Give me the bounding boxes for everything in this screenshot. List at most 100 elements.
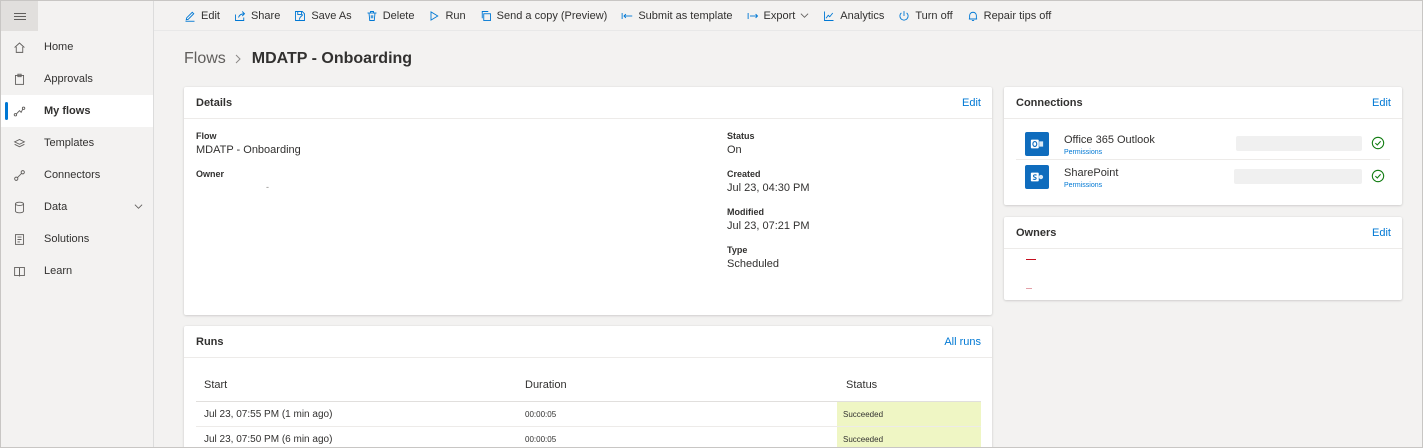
share-icon — [235, 10, 246, 21]
export-dropdown-button[interactable]: Export — [747, 10, 810, 22]
connection-name: SharePoint — [1064, 167, 1119, 179]
power-icon — [899, 10, 909, 21]
flow-label: Flow — [196, 131, 217, 141]
export-button-label: Export — [763, 9, 796, 22]
sidebar-item-label: Connectors — [44, 169, 101, 181]
all-runs-link[interactable]: All runs — [944, 336, 981, 348]
runs-card-header: Runs All runs — [184, 326, 992, 358]
column-header-status[interactable]: Status — [846, 379, 877, 391]
sidebar-item-approvals[interactable]: Approvals — [1, 63, 153, 95]
chevron-right-icon — [235, 54, 241, 64]
column-header-start[interactable]: Start — [204, 379, 227, 391]
redacted-account — [1236, 136, 1362, 151]
column-header-duration[interactable]: Duration — [525, 379, 567, 391]
outlook-icon — [1025, 132, 1049, 156]
run-start: Jul 23, 07:50 PM (6 min ago) — [204, 434, 333, 445]
run-status-badge: Succeeded — [837, 427, 981, 447]
status-label: Status — [727, 131, 755, 141]
database-icon — [14, 201, 25, 214]
sidebar-item-templates[interactable]: Templates — [1, 127, 153, 159]
sidebar-item-data[interactable]: Data — [1, 191, 153, 223]
run-duration: 00:00:05 — [525, 410, 557, 419]
run-button-label: Run — [445, 9, 466, 22]
created-field: Created Jul 23, 04:30 PM — [727, 169, 810, 194]
owner-label: Owner — [196, 169, 225, 179]
created-value: Jul 23, 04:30 PM — [727, 182, 810, 194]
hamburger-menu-icon[interactable] — [1, 1, 38, 31]
connections-card: Connections Edit Office 365 Outlook Perm… — [1004, 87, 1402, 205]
owners-edit-link[interactable]: Edit — [1372, 227, 1391, 239]
connections-edit-link[interactable]: Edit — [1372, 97, 1391, 109]
connections-title: Connections — [1016, 97, 1083, 109]
check-circle-icon — [1371, 136, 1385, 150]
share-button[interactable]: Share — [234, 10, 280, 22]
page-title: MDATP - Onboarding — [251, 50, 413, 67]
sidebar-item-home[interactable]: Home — [1, 31, 153, 63]
owners-title: Owners — [1016, 227, 1057, 239]
sidebar-item-label: Templates — [44, 137, 95, 149]
submit-as-template-button[interactable]: Submit as template — [621, 9, 733, 22]
copy-icon — [481, 10, 491, 21]
templates-icon — [13, 138, 26, 148]
sidebar-item-solutions[interactable]: Solutions — [1, 223, 153, 255]
send-a-copy-button[interactable]: Send a copy (Preview) — [480, 10, 607, 22]
flows-icon — [13, 106, 26, 117]
app-window: Home Approvals My flows Templates Connec… — [0, 0, 1423, 448]
book-icon — [14, 266, 25, 277]
repair-tips-off-button-label: Repair tips off — [983, 9, 1052, 22]
permissions-link[interactable]: Permissions — [1064, 149, 1102, 156]
sidebar-item-my-flows[interactable]: My flows — [1, 95, 153, 127]
turn-off-button[interactable]: Turn off — [898, 10, 953, 22]
sharepoint-icon — [1025, 165, 1049, 189]
type-value: Scheduled — [727, 258, 779, 270]
details-card: Details Edit Flow MDATP - Onboarding Own… — [184, 87, 992, 315]
run-button[interactable]: Run — [428, 9, 466, 22]
redacted-owner — [1026, 288, 1032, 289]
redacted-owner — [1026, 259, 1036, 260]
table-row[interactable]: Jul 23, 07:55 PM (1 min ago) 00:00:05 Su… — [196, 402, 981, 427]
export-arrow-icon — [747, 12, 758, 19]
flow-value: MDATP - Onboarding — [196, 144, 301, 156]
table-header-row: Start Duration Status — [196, 370, 981, 402]
status-field: Status On — [727, 131, 755, 156]
permissions-link[interactable]: Permissions — [1064, 182, 1102, 189]
edit-button-label: Edit — [201, 9, 220, 22]
connectors-icon — [14, 170, 25, 181]
save-as-button[interactable]: Save As — [294, 10, 352, 22]
approvals-icon — [14, 73, 25, 85]
owner-field: Owner - — [196, 169, 269, 192]
sidebar-item-label: Learn — [44, 265, 73, 277]
chevron-down-icon[interactable] — [134, 202, 143, 211]
sidebar-item-connectors[interactable]: Connectors — [1, 159, 153, 191]
chevron-down-icon — [800, 13, 809, 18]
delete-button-label: Delete — [382, 9, 415, 22]
connection-name: Office 365 Outlook — [1064, 134, 1155, 146]
sidebar-item-learn[interactable]: Learn — [1, 255, 153, 287]
sidebar-item-label: Data — [44, 201, 68, 213]
pencil-icon — [185, 11, 195, 22]
home-icon — [14, 42, 25, 53]
type-field: Type Scheduled — [727, 245, 779, 270]
sidebar-item-label: Home — [44, 41, 74, 53]
edit-button[interactable]: Edit — [184, 10, 220, 22]
analytics-icon — [824, 11, 834, 21]
connection-item: SharePoint Permissions — [1016, 161, 1390, 193]
breadcrumb-flows-link[interactable]: Flows — [184, 50, 226, 68]
flow-field: Flow MDATP - Onboarding — [196, 131, 301, 156]
submit-as-template-button-label: Submit as template — [638, 9, 733, 22]
sidebar-item-label: My flows — [44, 105, 91, 117]
status-value: On — [727, 144, 742, 156]
analytics-button[interactable]: Analytics — [823, 10, 884, 22]
save-as-icon — [295, 10, 306, 21]
owners-card-header: Owners Edit — [1004, 217, 1402, 249]
command-bar: Edit Share Save As Delete Run Send a cop… — [154, 1, 1422, 31]
delete-button[interactable]: Delete — [366, 9, 415, 22]
bell-icon — [968, 11, 977, 21]
play-icon — [431, 10, 440, 21]
created-label: Created — [727, 169, 761, 179]
details-card-header: Details Edit — [184, 87, 992, 119]
table-row[interactable]: Jul 23, 07:50 PM (6 min ago) 00:00:05 Su… — [196, 427, 981, 447]
details-edit-link[interactable]: Edit — [962, 97, 981, 109]
repair-tips-off-button[interactable]: Repair tips off — [967, 9, 1052, 22]
template-arrow-icon — [622, 12, 633, 19]
